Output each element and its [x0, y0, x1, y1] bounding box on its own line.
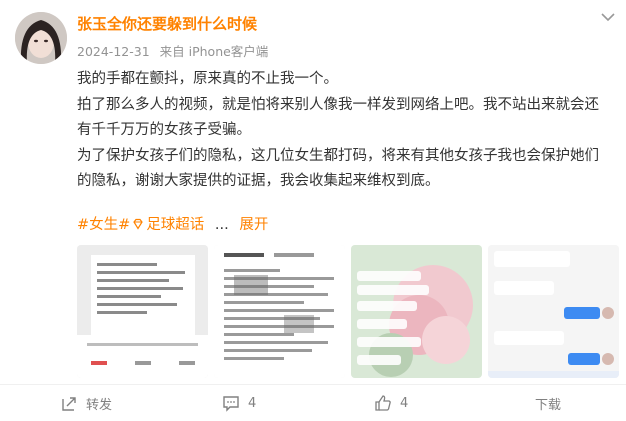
diamond-icon: [133, 218, 144, 230]
avatar[interactable]: [15, 12, 67, 64]
download-button[interactable]: 下载: [535, 394, 561, 413]
ellipsis: ...: [214, 217, 229, 233]
post-date[interactable]: 2024-12-31: [77, 44, 150, 59]
post-line: 的隐私，谢谢大家提供的证据，我会收集起来维权到底。: [77, 173, 440, 189]
repost-button[interactable]: 转发: [60, 394, 112, 413]
post-image-2[interactable]: [214, 245, 345, 378]
repost-label: 转发: [86, 398, 113, 413]
tag-row: #女生# 足球超话 ... 展开: [77, 213, 268, 234]
topic-tag-girls[interactable]: #女生#: [77, 213, 130, 234]
expand-link[interactable]: 展开: [239, 213, 268, 234]
post-text: 我的手都在颤抖，原来真的不止我一个。 拍了那么多人的视频，就是怕将来别人像我一样…: [77, 67, 617, 195]
post-line: 有千千万万的女孩子受骗。: [77, 122, 251, 138]
comment-button[interactable]: 4: [222, 394, 256, 412]
image-grid: [77, 245, 619, 378]
author-name[interactable]: 张玉全你还要躲到什么时候: [77, 13, 257, 34]
chevron-down-icon[interactable]: [598, 9, 618, 25]
post-line: 为了保护女孩子们的隐私，这几位女生都打码，将来有其他女孩子我也会保护她们: [77, 147, 599, 164]
super-topic-football[interactable]: 足球超话: [146, 213, 204, 234]
comment-icon: [223, 396, 239, 412]
post-image-3[interactable]: [351, 245, 482, 378]
divider: [0, 384, 626, 385]
action-bar: 转发 4 4 下载: [0, 386, 626, 421]
repost-icon: [62, 396, 76, 411]
like-button[interactable]: 4: [374, 394, 408, 412]
download-label: 下载: [535, 398, 562, 413]
post-image-1[interactable]: [77, 245, 208, 378]
post-image-4[interactable]: [488, 245, 619, 378]
post-line: 我的手都在颤抖，原来真的不止我一个。: [77, 71, 338, 87]
like-icon: [375, 395, 391, 411]
post-source: 来自 iPhone客户端: [159, 44, 269, 59]
like-count: 4: [400, 395, 409, 411]
comment-count: 4: [248, 395, 257, 411]
post-line: 拍了那么多人的视频，就是怕将来别人像我一样发到网络上吧。我不站出来就会还: [77, 96, 599, 113]
post-meta: 2024-12-31 来自 iPhone客户端: [77, 41, 274, 60]
